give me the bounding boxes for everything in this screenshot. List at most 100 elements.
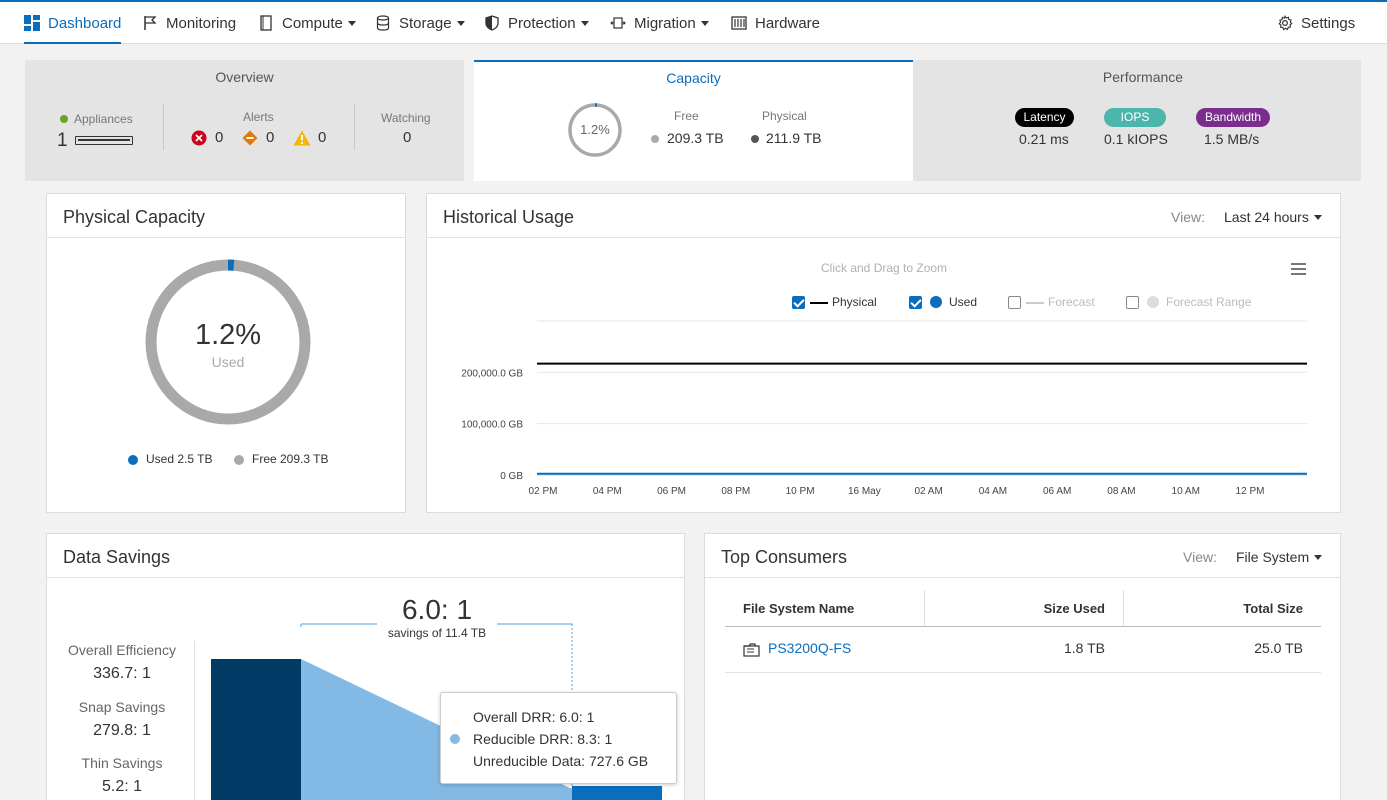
nav-compute-label: Compute [282, 14, 343, 32]
consumer-type-value: File System [1236, 549, 1310, 565]
watching-count: 0 [403, 129, 412, 146]
flag-icon [142, 15, 158, 31]
nav-migration[interactable]: Migration [610, 2, 709, 44]
x-tick-label: 04 PM [593, 486, 622, 497]
column-header-file-system-name[interactable]: File System Name [743, 601, 854, 616]
nav-compute[interactable]: Compute [258, 2, 356, 44]
chevron-down-icon [700, 20, 709, 26]
nav-monitoring-label: Monitoring [166, 14, 237, 32]
legend-forecast: Forecast [1048, 295, 1095, 309]
x-tick-label: 02 PM [529, 486, 558, 497]
overall-efficiency-value: 336.7: 1 [93, 665, 151, 682]
savings-text: savings of 11.4 TB [367, 626, 507, 640]
gear-icon [1277, 15, 1293, 31]
appliances-count: 1 [57, 130, 68, 151]
chevron-down-icon [580, 20, 589, 26]
chevron-down-icon [456, 20, 465, 26]
column-header-size-used[interactable]: Size Used [925, 601, 1105, 616]
divider [163, 104, 164, 150]
forecast-checkbox[interactable] [1008, 296, 1021, 309]
watching-label: Watching [381, 111, 431, 125]
bandwidth-value: 1.5 MB/s [1204, 131, 1260, 147]
chevron-down-icon [1313, 214, 1322, 220]
latency-value: 0.21 ms [1019, 131, 1069, 147]
used-dot-icon [930, 296, 942, 308]
physical-capacity-title: Physical Capacity [63, 207, 206, 227]
nav-settings-label: Settings [1301, 14, 1356, 32]
free-dot-icon [234, 455, 244, 465]
shield-icon [484, 15, 500, 31]
top-consumers-title: Top Consumers [721, 547, 848, 567]
nav-storage[interactable]: Storage [375, 2, 465, 44]
top-navigation-bar: Dashboard Monitoring Compute Storage Pro… [0, 0, 1387, 44]
alerts-major-count: 0 [266, 129, 275, 146]
thin-savings-value: 5.2: 1 [101, 778, 143, 795]
critical-alert-icon [191, 130, 207, 151]
compute-icon [258, 15, 274, 31]
chart-menu-icon[interactable] [1291, 263, 1306, 275]
data-savings-title: Data Savings [63, 547, 171, 567]
dashboard-icon [24, 15, 40, 31]
forecast-range-dot-icon [1147, 296, 1159, 308]
x-tick-label: 10 PM [786, 486, 815, 497]
free-value: 209.3 TB [667, 130, 724, 146]
used-dot-icon [128, 455, 138, 465]
status-dot-icon [60, 115, 68, 123]
tooltip-overall-drr: Overall DRR: 6.0: 1 [473, 709, 595, 725]
performance-tab[interactable]: Performance Latency 0.21 ms IOPS 0.1 kIO… [913, 60, 1361, 181]
nav-monitoring[interactable]: Monitoring [142, 2, 236, 44]
used-percent: 1.2% [194, 319, 262, 351]
x-tick-label: 16 May [848, 486, 881, 497]
nav-storage-label: Storage [399, 14, 452, 32]
x-tick-label: 04 AM [979, 486, 1007, 497]
hardware-icon [731, 15, 747, 31]
legend-physical: Physical [832, 295, 877, 309]
overview-tab[interactable]: Overview Appliances 1 Alerts 0 0 0 Watch… [25, 60, 464, 181]
appliances-label: Appliances [74, 112, 133, 126]
nav-protection-label: Protection [508, 14, 576, 32]
alerts-minor-count: 0 [318, 129, 327, 146]
performance-title: Performance [1102, 69, 1184, 85]
used-caption: Used [211, 354, 245, 370]
free-label: Free [674, 109, 699, 123]
table-row[interactable]: PS3200Q-FS 1.8 TB 25.0 TB [725, 627, 1321, 673]
x-tick-label: 10 AM [1172, 486, 1200, 497]
used-checkbox[interactable] [909, 296, 922, 309]
y-tick-label: 200,000.0 GB [461, 368, 523, 379]
nav-dashboard[interactable]: Dashboard [24, 2, 122, 44]
view-label: View: [1183, 549, 1217, 565]
physical-checkbox[interactable] [792, 296, 805, 309]
y-tick-label: 100,000.0 GB [461, 420, 523, 431]
capacity-title: Capacity [666, 70, 721, 86]
overall-efficiency-label: Overall Efficiency [68, 642, 176, 658]
forecast-range-checkbox[interactable] [1126, 296, 1139, 309]
chevron-down-icon [1314, 554, 1323, 560]
x-tick-label: 06 PM [657, 486, 686, 497]
physical-capacity-card: Physical Capacity 1.2% Used Used 2.5 TB … [46, 193, 406, 513]
total-size-value: 25.0 TB [1254, 640, 1303, 656]
nav-protection[interactable]: Protection [484, 2, 589, 44]
time-range-value: Last 24 hours [1224, 209, 1309, 225]
time-range-dropdown[interactable]: Last 24 hours [1224, 209, 1322, 225]
file-system-name-link[interactable]: PS3200Q-FS [768, 640, 851, 656]
top-consumers-card: Top Consumers View: File System File Sys… [704, 533, 1341, 800]
nav-hardware[interactable]: Hardware [731, 2, 820, 44]
tooltip-reducible-drr: Reducible DRR: 8.3: 1 [473, 731, 613, 747]
legend-free: Free 209.3 TB [252, 452, 329, 466]
nav-dashboard-label: Dashboard [48, 14, 122, 32]
view-label: View: [1171, 209, 1205, 225]
capacity-tab[interactable]: Capacity 1.2% Free 209.3 TB Physical 211… [474, 60, 913, 181]
physical-dot-icon [751, 135, 759, 143]
bandwidth-badge: Bandwidth [1196, 108, 1270, 127]
legend-forecast-range: Forecast Range [1166, 295, 1252, 309]
column-divider [1123, 590, 1124, 626]
consumer-type-dropdown[interactable]: File System [1236, 549, 1323, 565]
warning-icon [293, 130, 311, 151]
snap-savings-value: 279.8: 1 [93, 722, 151, 739]
historical-usage-chart[interactable]: 200,000.0 GB 100,000.0 GB 0 GB 02 PM 04 PM 06… [427, 314, 1340, 514]
zoom-hint: Click and Drag to Zoom [821, 261, 948, 275]
column-header-total-size[interactable]: Total Size [1125, 601, 1303, 616]
nav-settings[interactable]: Settings [1277, 2, 1355, 44]
overall-ratio: 6.0: 1 [377, 594, 497, 626]
x-tick-label: 06 AM [1043, 486, 1071, 497]
